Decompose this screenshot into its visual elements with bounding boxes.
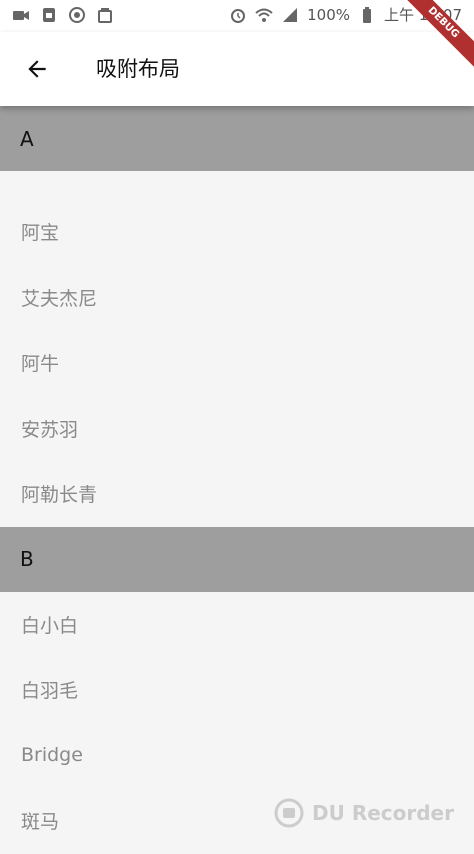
shopping-bag-icon — [98, 8, 112, 23]
page-title: 吸附布局 — [96, 57, 180, 81]
signal-icon — [283, 8, 298, 22]
recorder-watermark: DU Recorder — [274, 798, 454, 828]
wifi-icon — [255, 8, 273, 22]
list-item[interactable]: 安苏羽 — [0, 395, 474, 461]
arrow-left-icon — [28, 60, 46, 78]
list-item[interactable]: 阿宝 — [0, 199, 474, 265]
list-item[interactable]: 阿勒长青 — [0, 461, 474, 527]
section-a-items: 阿宝 艾夫杰尼 阿牛 安苏羽 阿勒长青 — [0, 171, 474, 527]
list-item[interactable]: 阿牛 — [0, 330, 474, 396]
status-bar: 100% 上午 11:07 — [0, 0, 474, 32]
watermark-text: DU Recorder — [312, 801, 454, 825]
battery-icon — [363, 7, 371, 23]
alarm-icon — [231, 9, 246, 23]
video-camera-icon — [13, 11, 29, 20]
sync-icon — [69, 7, 85, 23]
back-button[interactable] — [18, 50, 56, 88]
recorder-logo-icon — [274, 798, 304, 828]
battery-percent: 100% — [307, 6, 350, 24]
list-item[interactable]: 白羽毛 — [0, 657, 474, 723]
list-item[interactable]: 艾夫杰尼 — [0, 264, 474, 330]
section-header-b: B — [0, 526, 474, 592]
list-item[interactable]: 白小白 — [0, 591, 474, 657]
app-bar: 吸附布局 — [0, 32, 474, 106]
section-header-a: A — [0, 106, 474, 171]
list-item[interactable]: Bridge — [0, 722, 474, 788]
sim-card-icon — [43, 8, 55, 22]
contact-list[interactable]: A 阿宝 艾夫杰尼 阿牛 安苏羽 阿勒长青 B 白小白 白羽毛 Bridge 斑… — [0, 106, 474, 854]
